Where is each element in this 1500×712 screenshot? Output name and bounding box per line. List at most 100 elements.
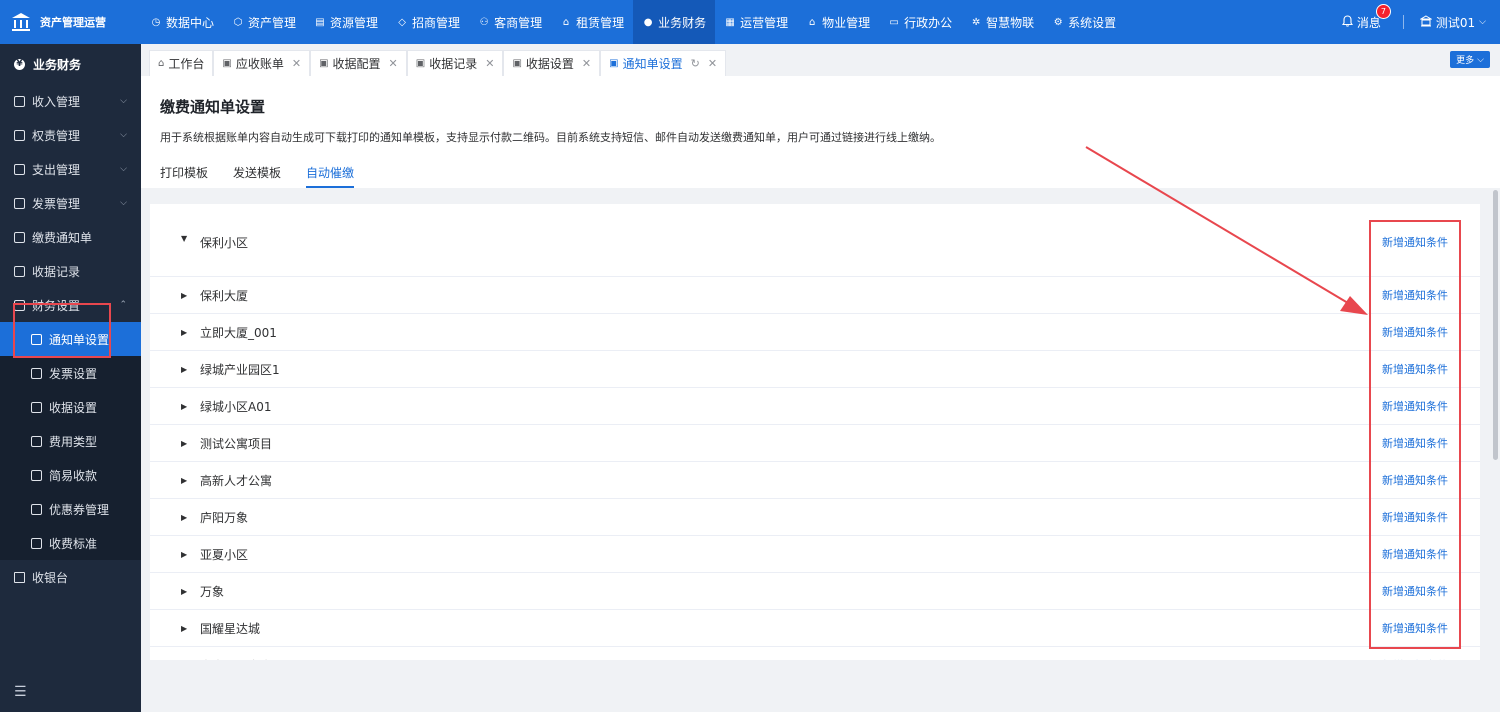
caret-right-icon[interactable]: ▶ [181,476,200,485]
top-nav-item-11[interactable]: ⚙ 系统设置 [1043,0,1125,44]
close-icon[interactable]: ✕ [292,57,301,70]
more-label: 更多 [1456,56,1475,66]
close-icon[interactable]: ✕ [708,57,717,70]
project-row[interactable]: ▶ 亚夏小区 新增通知条件 [150,536,1480,573]
tab-label: 收据配置 [332,57,381,71]
top-nav-label: 系统设置 [1068,15,1117,30]
project-row[interactable]: ▶ 测试公寓项目 新增通知条件 [150,425,1480,462]
sidebar-subitem-1[interactable]: 发票设置 [0,356,141,390]
main-content: 缴费通知单设置 用于系统根据账单内容自动生成可下载打印的通知单模板，支持显示付款… [141,76,1500,712]
tab-print-template[interactable]: 打印模板 [160,164,208,188]
caret-right-icon[interactable]: ▶ [181,587,200,596]
tab-0[interactable]: ⌂ 工作台 [149,50,214,76]
caret-right-icon[interactable]: ▶ [181,328,200,337]
caret-right-icon[interactable]: ▶ [181,624,200,633]
caret-down-icon[interactable]: ▼ [181,234,200,243]
top-nav-item-4[interactable]: ⚇ 客商管理 [469,0,551,44]
project-row[interactable]: ▶ 庐阳万象 新增通知条件 [150,499,1480,536]
project-row[interactable]: ▶ 立即大厦_001 新增通知条件 [150,314,1480,351]
chevron-down-icon: ⌵ [1477,54,1484,65]
close-icon[interactable]: ✕ [485,57,494,70]
fee-standard-icon [31,537,42,549]
top-nav-item-5[interactable]: ⌂ 租赁管理 [551,0,633,44]
top-nav-item-10[interactable]: ✲ 智慧物联 [961,0,1043,44]
top-nav-item-2[interactable]: ▤ 资源管理 [305,0,387,44]
top-nav-item-6[interactable]: ● 业务财务 [633,0,716,44]
sidebar-subitem-label: 费用类型 [49,434,98,449]
top-nav-item-0[interactable]: ◷ 数据中心 [141,0,223,44]
sidebar-subitem-4[interactable]: 简易收款 [0,458,141,492]
sidebar-item-1[interactable]: 权责管理 ⌵ [0,118,141,152]
project-row[interactable]: ▶ 国耀星达城 新增通知条件 [150,610,1480,647]
top-nav-label: 行政办公 [904,15,953,30]
sidebar-item-3[interactable]: 发票管理 ⌵ [0,186,141,220]
top-nav-label: 资源管理 [330,15,379,30]
user-menu[interactable]: 测试01 ⌵ [1419,14,1486,31]
sidebar-item-cashier[interactable]: 收银台 [0,560,141,594]
project-name: 绿城产业园区1 [200,362,280,377]
fee-type-icon [31,435,42,447]
close-icon[interactable]: ✕ [389,57,398,70]
bank-logo-icon [10,11,32,33]
project-row[interactable]: ▼ 保利小区 新增通知条件 [150,204,1480,277]
sidebar-subitem-6[interactable]: 收费标准 [0,526,141,560]
property-icon: ⌂ [808,16,816,28]
tab-5[interactable]: ▣ 通知单设置 ↻ ✕ [600,50,727,76]
tab-3[interactable]: ▣ 收据记录 ✕ [406,50,504,76]
settings-icon: ▣ [512,58,522,69]
top-nav-label: 客商管理 [494,15,543,30]
record-icon: ▣ [415,58,426,69]
top-nav-label: 招商管理 [412,15,461,30]
more-button[interactable]: 更多 ⌵ [1450,51,1490,68]
project-row[interactable]: ▶ 绿城小区A01 新增通知条件 [150,388,1480,425]
brand[interactable]: 资产管理运营 [0,0,141,44]
tabs-bar: ⌂ 工作台 ▣ 应收账单 ✕ ▣ 收据配置 ✕ ▣ 收据记录 ✕ ▣ 收据设置 ✕ ▣ 通知单设置 ↻ ✕ [141,44,1500,76]
project-row[interactable]: ▶ 保利大厦 新增通知条件 [150,277,1480,314]
tab-4[interactable]: ▣ 收据设置 ✕ [503,50,601,76]
tab-auto-reminder[interactable]: 自动催缴 [306,164,355,188]
refresh-icon[interactable]: ↻ [691,57,700,70]
top-nav-item-7[interactable]: ▦ 运营管理 [715,0,797,44]
caret-right-icon[interactable]: ▶ [181,402,200,411]
caret-right-icon[interactable]: ▶ [181,439,200,448]
caret-right-icon[interactable]: ▶ [181,550,200,559]
top-nav-label: 资产管理 [248,15,297,30]
top-nav-item-3[interactable]: ◇ 招商管理 [387,0,469,44]
messages-button[interactable]: 消息 7 [1341,3,1391,31]
project-row[interactable]: ▶ 绿城产业园区1 新增通知条件 [150,351,1480,388]
sidebar-header[interactable]: ¥ 业务财务 [0,44,141,84]
annotation-box-actions [1369,220,1461,649]
sidebar-subitem-label: 简易收款 [49,468,98,483]
top-nav-item-1[interactable]: ⬡ 资产管理 [223,0,305,44]
caret-right-icon[interactable]: ▶ [181,291,200,300]
project-row[interactable]: ▶尚未显示完全新增通知条件 [150,647,1480,661]
top-bar: 资产管理运营 ◷ 数据中心 ⬡ 资产管理 ▤ 资源管理 ◇ 招商管理 ⚇ 客商管理 ⌂ 租赁管理 ● 业务… [0,0,1500,44]
sidebar-subitem-2[interactable]: 收据设置 [0,390,141,424]
sidebar-item-2[interactable]: 支出管理 ⌵ [0,152,141,186]
sidebar-item-label: 收据记录 [32,264,81,279]
collapse-menu-icon[interactable]: ☰ [14,684,27,700]
tab-label: 收据记录 [429,57,478,71]
scrollbar[interactable] [1493,190,1498,460]
tab-send-template[interactable]: 发送模板 [233,164,281,188]
sidebar-item-0[interactable]: 收入管理 ⌵ [0,84,141,118]
close-icon[interactable]: ✕ [582,57,591,70]
add-notice-condition-link[interactable]: 新增通知条件 [1382,657,1448,660]
sidebar-subitem-5[interactable]: 优惠券管理 [0,492,141,526]
cube-icon: ⬡ [233,16,243,28]
top-nav-item-9[interactable]: ▭ 行政办公 [879,0,961,44]
sidebar-item-4[interactable]: 缴费通知单 [0,220,141,254]
tab-1[interactable]: ▣ 应收账单 ✕ [213,50,311,76]
top-nav-item-8[interactable]: ⌂ 物业管理 [797,0,879,44]
sidebar-item-5[interactable]: 收据记录 [0,254,141,288]
building-icon [1419,14,1433,30]
notice-icon [14,231,25,243]
caret-right-icon[interactable]: ▶ [181,365,200,374]
tab-2[interactable]: ▣ 收据配置 ✕ [310,50,407,76]
sidebar-subitem-3[interactable]: 费用类型 [0,424,141,458]
finance-icon: ● [643,16,653,28]
sidebar-item-label: 权责管理 [32,128,81,143]
project-row[interactable]: ▶ 万象 新增通知条件 [150,573,1480,610]
caret-right-icon[interactable]: ▶ [181,513,200,522]
project-row[interactable]: ▶ 高新人才公寓 新增通知条件 [150,462,1480,499]
